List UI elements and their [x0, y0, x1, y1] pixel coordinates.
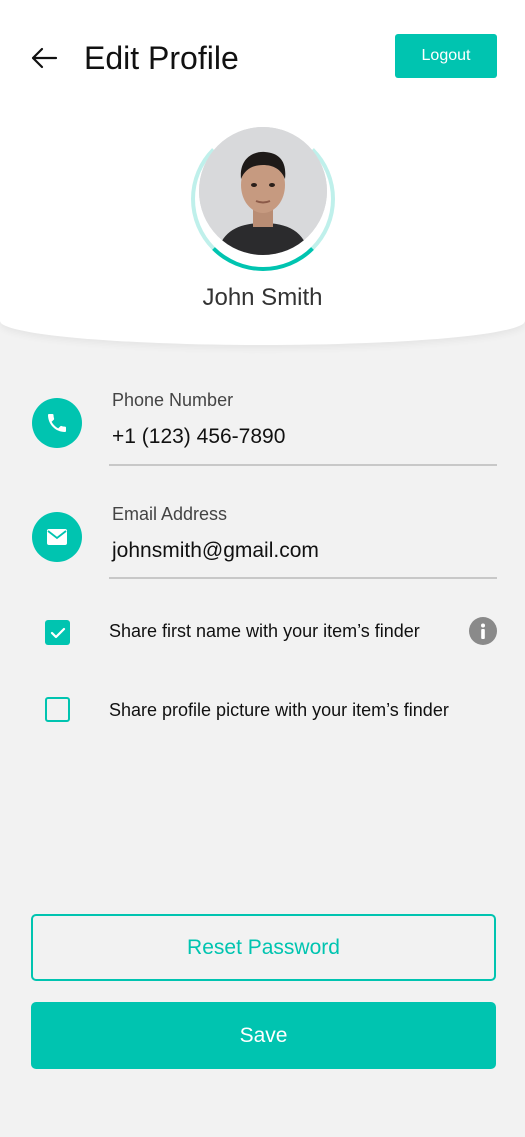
- email-icon: [32, 512, 82, 562]
- avatar: [199, 127, 327, 255]
- phone-field[interactable]: +1 (123) 456-7890: [112, 425, 285, 449]
- back-arrow-icon: [31, 47, 58, 69]
- profile-name: John Smith: [202, 284, 323, 311]
- phone-icon: [32, 398, 82, 448]
- save-button[interactable]: Save: [31, 1002, 496, 1069]
- share-first-name-checkbox[interactable]: [45, 620, 70, 645]
- share-first-name-label: Share first name with your item’s finder: [109, 621, 420, 641]
- reset-password-button[interactable]: Reset Password: [31, 914, 496, 981]
- page-title: Edit Profile: [84, 40, 239, 76]
- email-field-underline: [109, 577, 497, 579]
- avatar-container[interactable]: [191, 127, 335, 271]
- email-label: Email Address: [112, 504, 228, 524]
- email-field[interactable]: johnsmith@gmail.com: [112, 539, 319, 563]
- checkmark-icon: [50, 627, 65, 638]
- logout-button[interactable]: Logout: [395, 34, 497, 78]
- share-profile-picture-checkbox[interactable]: [45, 697, 70, 722]
- phone-label: Phone Number: [112, 390, 234, 410]
- share-profile-picture-label: Share profile picture with your item’s f…: [109, 700, 449, 720]
- phone-field-underline: [109, 464, 497, 466]
- back-button[interactable]: [26, 40, 62, 76]
- info-icon[interactable]: [469, 617, 497, 645]
